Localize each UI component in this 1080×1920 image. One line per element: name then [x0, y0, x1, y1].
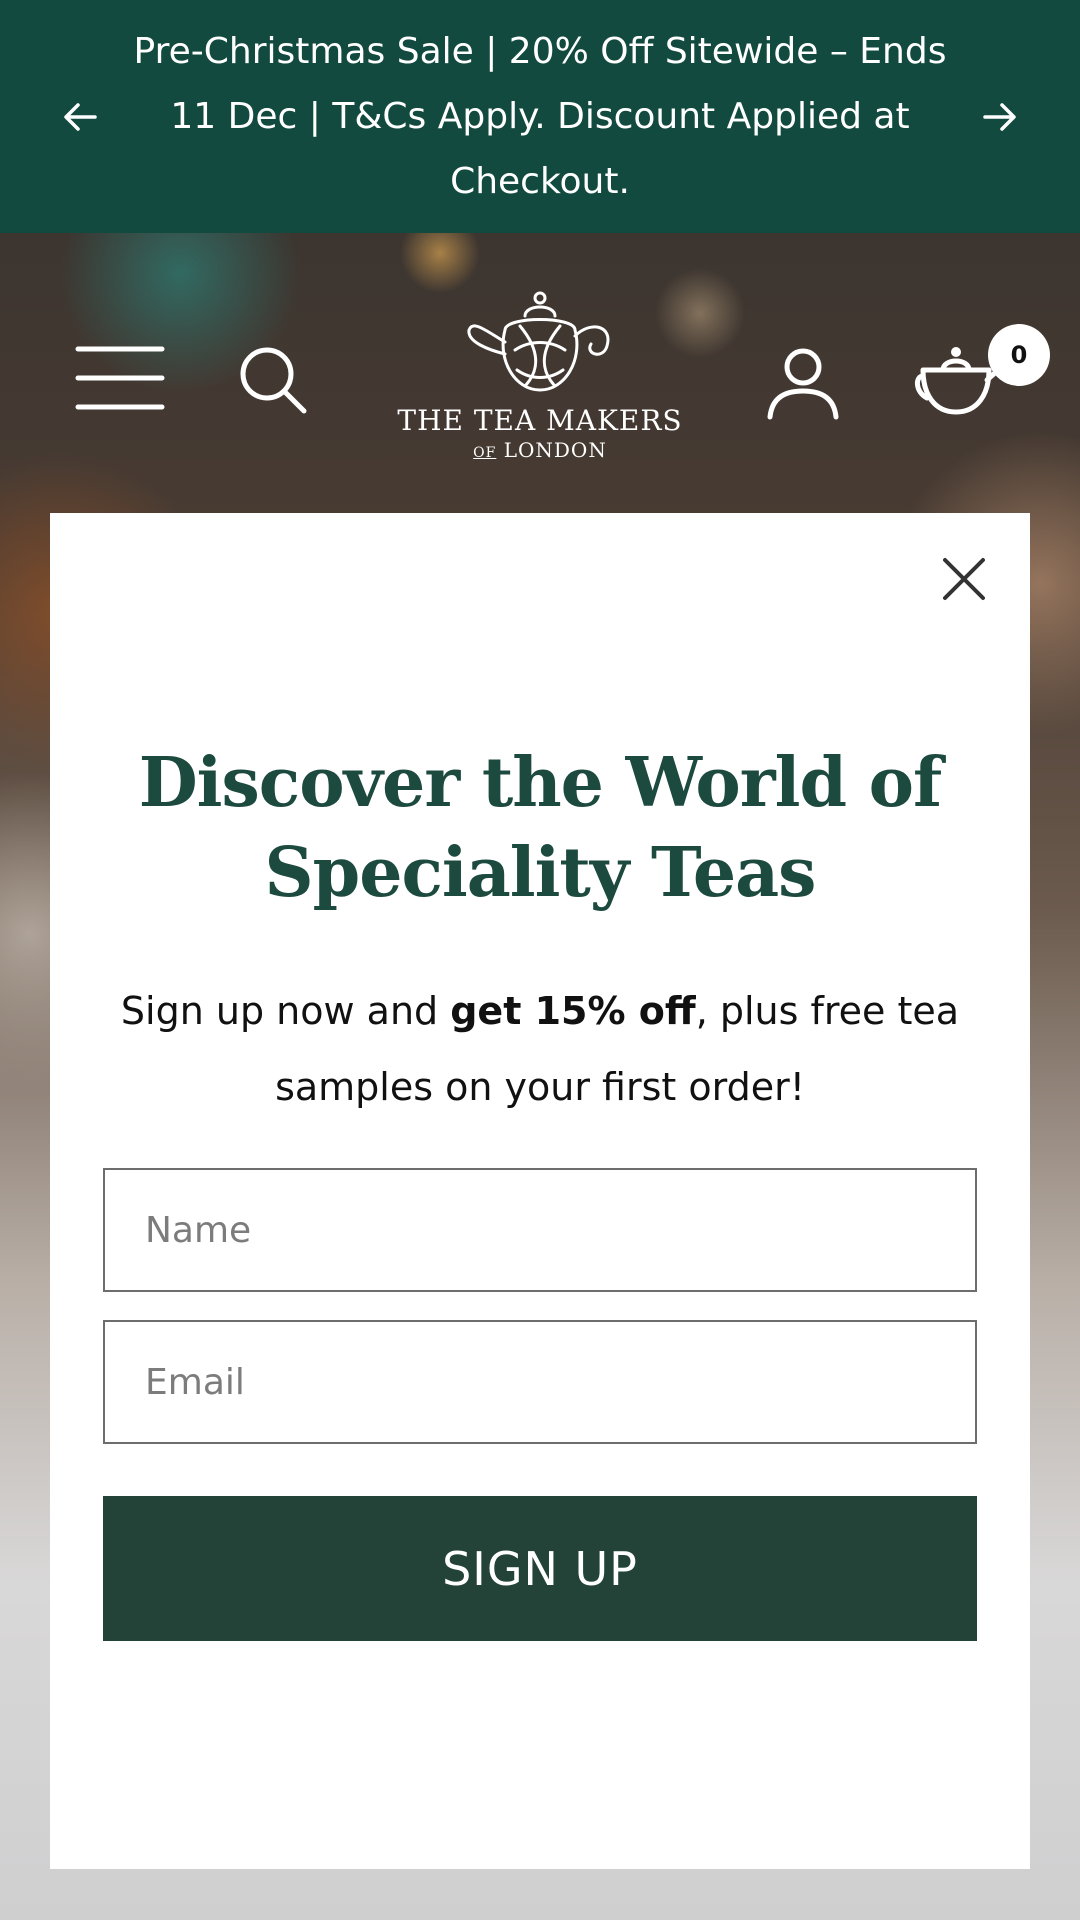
- modal-title: Discover the World of Speciality Teas: [138, 743, 943, 913]
- announcement-bar: Pre-Christmas Sale | 20% Off Sitewide – …: [0, 0, 1080, 233]
- signup-button[interactable]: SIGN UP: [103, 1496, 977, 1641]
- brand-sub-place: LONDON: [503, 438, 607, 462]
- signup-modal: Discover the World of Speciality Teas Si…: [50, 513, 1030, 1869]
- brand-logo[interactable]: THE TEA MAKERS OF LONDON: [380, 290, 700, 475]
- desc-discount: get 15% off: [450, 989, 696, 1033]
- announcement-text: Pre-Christmas Sale | 20% Off Sitewide – …: [133, 31, 947, 202]
- teapot-logo-icon: [467, 291, 610, 392]
- name-field[interactable]: [103, 1168, 977, 1292]
- email-field[interactable]: [103, 1320, 977, 1444]
- arrow-left-icon[interactable]: [58, 92, 102, 142]
- arrow-right-icon[interactable]: [978, 92, 1022, 142]
- modal-description: Sign up now and get 15% off, plus free t…: [90, 973, 990, 1125]
- search-icon[interactable]: [236, 343, 310, 417]
- brand-subtitle: OF LONDON: [380, 438, 700, 465]
- brand-name: THE TEA MAKERS: [397, 404, 683, 437]
- user-icon[interactable]: [760, 343, 846, 425]
- brand-sub-of: OF: [473, 445, 497, 461]
- desc-part-1: Sign up now and: [120, 989, 451, 1033]
- cart-count-badge: 0: [988, 324, 1050, 386]
- hamburger-menu-icon[interactable]: [72, 343, 168, 413]
- close-icon[interactable]: [934, 549, 994, 609]
